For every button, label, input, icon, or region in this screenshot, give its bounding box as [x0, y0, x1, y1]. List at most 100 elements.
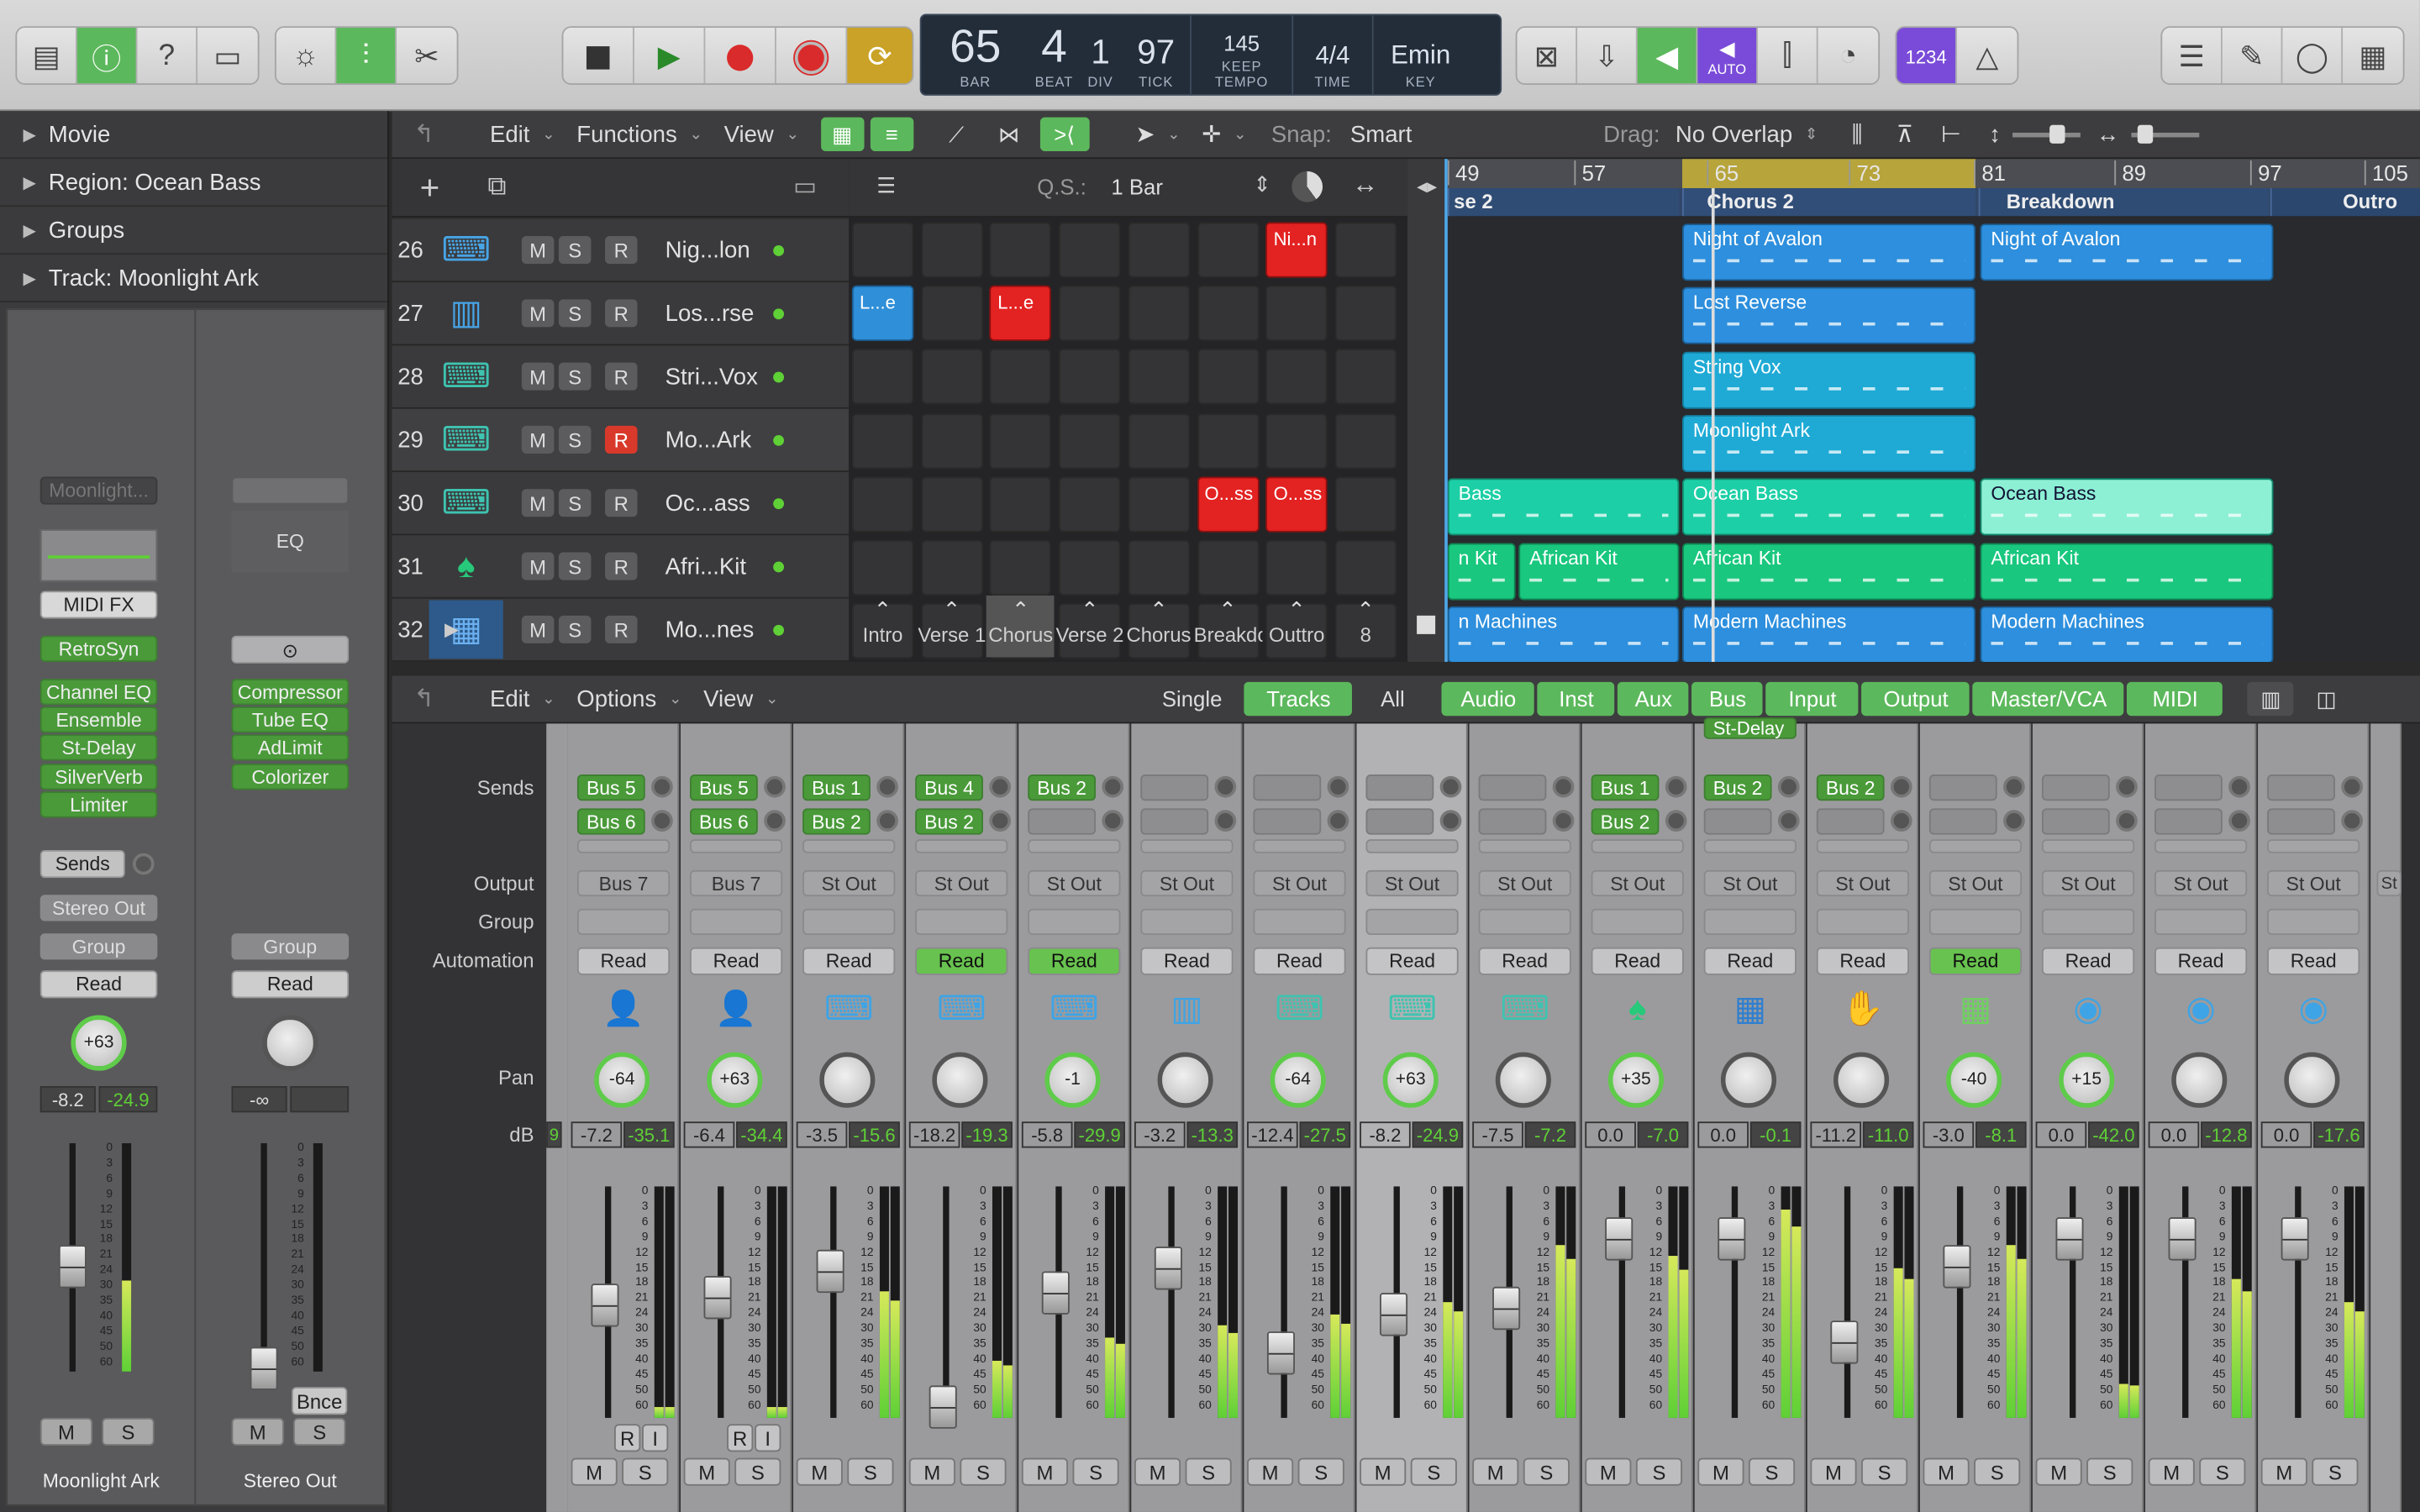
- help-icon[interactable]: ?: [137, 28, 198, 84]
- mixer-edit-menu[interactable]: Edit ⌄: [490, 685, 555, 711]
- input-monitor-button[interactable]: I: [755, 1424, 781, 1452]
- send-level-knob[interactable]: [2341, 810, 2363, 832]
- send-level-knob[interactable]: [1777, 775, 1800, 798]
- add-track-icon[interactable]: +: [420, 168, 440, 208]
- output-slot[interactable]: Stereo Out: [39, 895, 158, 921]
- automation-mode[interactable]: Read: [39, 970, 158, 999]
- loop-cell[interactable]: [990, 476, 1052, 533]
- send-level-knob[interactable]: [1665, 810, 1687, 832]
- volume-readout[interactable]: -7.2: [571, 1121, 623, 1148]
- cycle-button[interactable]: ⟳: [847, 28, 913, 84]
- output-slot[interactable]: St Out: [1703, 869, 1797, 897]
- mute-button[interactable]: M: [521, 489, 555, 517]
- solo-button[interactable]: S: [558, 615, 592, 643]
- solo-button[interactable]: S: [558, 489, 592, 517]
- tracks-button[interactable]: Tracks: [1244, 681, 1353, 717]
- send-level-knob[interactable]: [876, 810, 898, 832]
- send-slot[interactable]: Bus 4: [915, 774, 983, 801]
- region[interactable]: Lost Reverse: [1682, 286, 1975, 344]
- mute-button[interactable]: M: [521, 299, 555, 328]
- cpu-meter-icon[interactable]: ◔: [1818, 28, 1879, 84]
- inspector-region[interactable]: ▶ Region: Ocean Bass: [0, 159, 388, 207]
- loop-cell[interactable]: [920, 476, 983, 533]
- ruler[interactable]: 49 57 65 73 81 89 97 105: [1447, 159, 2420, 189]
- scene-trigger[interactable]: ⌃ Outtro: [1263, 596, 1331, 657]
- inspector-track[interactable]: ▶ Track: Moonlight Ark: [0, 255, 388, 302]
- automation-mode[interactable]: Read: [231, 970, 350, 999]
- send-slot-empty[interactable]: [915, 839, 1008, 853]
- pan-knob[interactable]: [932, 1052, 988, 1108]
- group-slot[interactable]: Group: [231, 933, 350, 960]
- mute-button[interactable]: M: [908, 1457, 955, 1486]
- plugin-slot[interactable]: Colorizer: [231, 764, 350, 790]
- volume-fader[interactable]: [1718, 1217, 1746, 1261]
- mute-button[interactable]: M: [1021, 1457, 1068, 1486]
- solo-button[interactable]: S: [960, 1457, 1007, 1486]
- region[interactable]: African Kit: [1980, 543, 2274, 601]
- group-slot[interactable]: [1028, 908, 1121, 936]
- loop-cell[interactable]: [990, 412, 1052, 469]
- bounce-button[interactable]: Bnce: [292, 1387, 348, 1415]
- send-level-knob[interactable]: [1890, 810, 1912, 832]
- volume-readout[interactable]: -3.5: [796, 1121, 848, 1148]
- grid-view-icon[interactable]: ▦: [820, 117, 865, 151]
- send-level-knob[interactable]: [1102, 810, 1124, 832]
- loop-cell[interactable]: [1197, 539, 1259, 596]
- global-tracks-icon[interactable]: ▭: [793, 171, 817, 202]
- link-icon[interactable]: ⊙: [231, 635, 350, 664]
- track-header[interactable]: 29 ⌨ M S R Mo...Ark: [392, 408, 850, 473]
- automation-mode[interactable]: Read: [1816, 947, 1909, 975]
- record-enable-button[interactable]: R: [604, 615, 638, 643]
- group-slot[interactable]: [690, 908, 783, 936]
- tuner-icon[interactable]: ⫿: [1758, 28, 1818, 84]
- send-level-knob[interactable]: [2228, 775, 2250, 798]
- group-slot[interactable]: [1478, 908, 1571, 936]
- volume-fader[interactable]: [1492, 1286, 1521, 1331]
- live-loop-clip[interactable]: Ni...n: [1265, 222, 1328, 278]
- single-button[interactable]: Single: [1143, 682, 1242, 716]
- loop-cell[interactable]: [1059, 412, 1121, 469]
- send-slot-empty[interactable]: [1140, 839, 1234, 853]
- loop-cell[interactable]: [1334, 412, 1397, 469]
- plugin-slot[interactable]: Compressor: [231, 679, 350, 706]
- automation-mode[interactable]: Read: [802, 947, 896, 975]
- qs-value[interactable]: 1 Bar: [1111, 175, 1162, 199]
- plugin-slot[interactable]: SilverVerb: [39, 764, 158, 790]
- view-menu[interactable]: View ⌄: [724, 121, 799, 147]
- volume-readout[interactable]: -3.2: [1134, 1121, 1186, 1148]
- send-level-knob[interactable]: [1665, 775, 1687, 798]
- send-slot-empty[interactable]: [1365, 839, 1459, 853]
- input-monitor-button[interactable]: I: [642, 1424, 669, 1452]
- send-slot[interactable]: [1703, 808, 1772, 835]
- automation-mode[interactable]: Read: [690, 947, 783, 975]
- volume-fader[interactable]: [2055, 1217, 2084, 1261]
- send-slot-empty[interactable]: [2041, 839, 2135, 853]
- group-slot[interactable]: [1928, 908, 2023, 936]
- edit-menu[interactable]: Edit ⌄: [490, 121, 555, 147]
- solo-button[interactable]: S: [1297, 1457, 1344, 1486]
- record-enable-button[interactable]: R: [614, 1424, 641, 1452]
- playhead[interactable]: [1711, 188, 1714, 662]
- mute-button[interactable]: M: [521, 425, 555, 454]
- volume-readout[interactable]: 0.0: [2148, 1121, 2200, 1148]
- solo-button[interactable]: S: [1072, 1457, 1119, 1486]
- output-slot[interactable]: St Out: [1591, 869, 1684, 897]
- solo-button[interactable]: S: [558, 299, 592, 328]
- volume-readout[interactable]: -7.5: [1472, 1121, 1523, 1148]
- send-slot[interactable]: [2041, 808, 2110, 835]
- filter-input[interactable]: Input: [1765, 681, 1860, 717]
- speaker-icon[interactable]: ◀: [1637, 28, 1698, 84]
- send-level-knob[interactable]: [2341, 775, 2363, 798]
- mute-button[interactable]: M: [521, 362, 555, 391]
- solo-button[interactable]: S: [1974, 1457, 2021, 1486]
- loop-cell[interactable]: [990, 349, 1052, 405]
- solo-button[interactable]: S: [847, 1457, 894, 1486]
- scene-trigger[interactable]: ⌃ Intro: [849, 596, 917, 657]
- automation-mode[interactable]: Read: [1140, 947, 1234, 975]
- send-slot-empty[interactable]: [1028, 839, 1121, 853]
- send-level-knob[interactable]: [989, 775, 1012, 798]
- send-slot[interactable]: Bus 5: [576, 774, 645, 801]
- pan-knob[interactable]: -64: [1270, 1052, 1326, 1108]
- automation-mode[interactable]: Read: [1028, 947, 1121, 975]
- loop-cell[interactable]: [1334, 222, 1397, 278]
